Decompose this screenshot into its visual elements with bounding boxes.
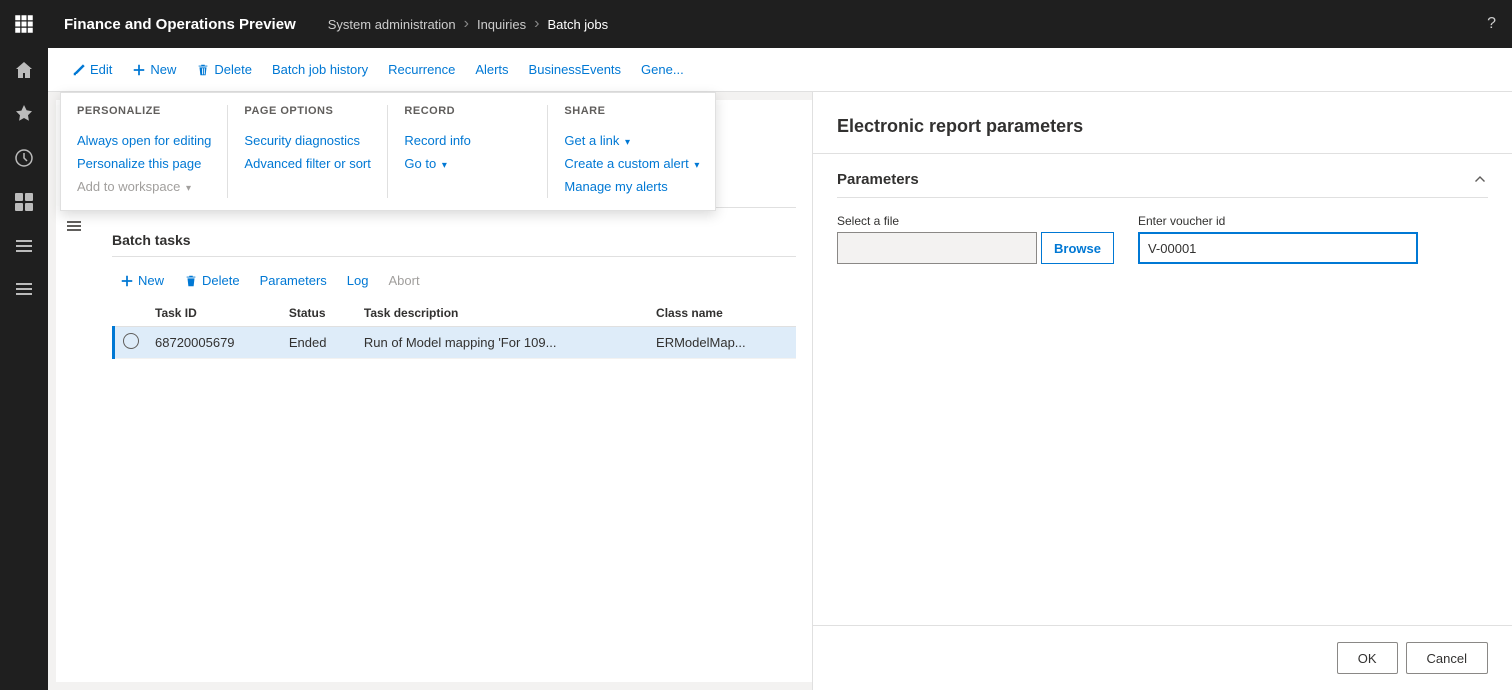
new-icon: [132, 63, 146, 77]
dropdown-page-options-title: Page options: [244, 105, 371, 121]
select-file-label: Select a file: [837, 214, 1114, 228]
dropdown-add-workspace[interactable]: Add to workspace ▾: [77, 175, 211, 198]
dropdown-record-info[interactable]: Record info: [404, 129, 531, 152]
breadcrumb: System administration › Inquiries › Batc…: [328, 15, 608, 33]
workspaces-icon[interactable]: [0, 180, 48, 224]
table-col-class-name: Class name: [648, 300, 796, 327]
params-collapse-button[interactable]: [1472, 170, 1488, 189]
breadcrumb-batch-jobs[interactable]: Batch jobs: [547, 17, 608, 32]
select-file-input-row: Browse: [837, 232, 1114, 264]
home-icon[interactable]: [0, 48, 48, 92]
row-class-name: ERModelMap...: [648, 327, 796, 359]
select-file-field: Select a file Browse: [837, 214, 1114, 264]
browse-button[interactable]: Browse: [1041, 232, 1114, 264]
breadcrumb-system-admin[interactable]: System administration: [328, 17, 456, 32]
delete-button[interactable]: Delete: [188, 58, 260, 81]
table-col-task-desc: Task description: [356, 300, 648, 327]
topbar: Finance and Operations Preview System ad…: [48, 0, 1512, 48]
dropdown-menu: Personalize Always open for editing Pers…: [60, 92, 716, 211]
dropdown-record-section: Record Record info Go to ▾: [387, 105, 547, 198]
list-icon[interactable]: [0, 224, 48, 268]
dropdown-get-link[interactable]: Get a link ▾: [564, 129, 699, 152]
row-radio-icon: [123, 333, 139, 349]
dropdown-personalize-title: Personalize: [77, 105, 211, 121]
row-status: Ended: [281, 327, 356, 359]
params-section: Parameters Select a file Browse: [813, 154, 1512, 625]
cancel-button[interactable]: Cancel: [1406, 642, 1488, 674]
right-panel: Electronic report parameters Parameters …: [812, 92, 1512, 690]
link-chevron-icon: ▾: [625, 137, 630, 148]
ok-button[interactable]: OK: [1337, 642, 1398, 674]
right-panel-title: Electronic report parameters: [837, 116, 1488, 137]
row-radio-cell: [114, 327, 148, 359]
dropdown-share-title: Share: [564, 105, 699, 121]
recent-icon[interactable]: [0, 136, 48, 180]
main-area: Finance and Operations Preview System ad…: [48, 0, 1512, 690]
waffle-button[interactable]: [0, 0, 48, 48]
recurrence-button[interactable]: Recurrence: [380, 58, 463, 81]
voucher-id-label: Enter voucher id: [1138, 214, 1418, 228]
breadcrumb-sep-2: ›: [534, 15, 539, 33]
dropdown-advanced-filter[interactable]: Advanced filter or sort: [244, 152, 371, 175]
dropdown-personalize-page[interactable]: Personalize this page: [77, 152, 211, 175]
dropdown-record-title: Record: [404, 105, 531, 121]
topbar-right: ?: [1487, 15, 1496, 33]
row-task-id: 68720005679: [147, 327, 281, 359]
goto-chevron-icon: ▾: [442, 160, 447, 171]
voucher-id-field: Enter voucher id: [1138, 214, 1418, 264]
batch-tasks-table: Task ID Status Task description Class na…: [112, 300, 796, 359]
dropdown-manage-alerts[interactable]: Manage my alerts: [564, 175, 699, 198]
dropdown-always-open-editing[interactable]: Always open for editing: [77, 129, 211, 152]
breadcrumb-sep-1: ›: [464, 15, 469, 33]
dropdown-page-options-section: Page options Security diagnostics Advanc…: [227, 105, 387, 198]
tasks-log-button[interactable]: Log: [339, 269, 377, 292]
breadcrumb-inquiries[interactable]: Inquiries: [477, 17, 526, 32]
alert-chevron-icon: ▾: [694, 160, 699, 171]
select-file-input[interactable]: [837, 232, 1037, 264]
tasks-new-icon: [120, 274, 134, 288]
new-button[interactable]: New: [124, 58, 184, 81]
right-panel-footer: OK Cancel: [813, 625, 1512, 690]
params-fields: Select a file Browse Enter voucher id: [837, 214, 1488, 264]
right-panel-header: Electronic report parameters: [813, 92, 1512, 154]
tasks-delete-button[interactable]: Delete: [176, 269, 248, 292]
tasks-parameters-button[interactable]: Parameters: [252, 269, 335, 292]
alerts-button[interactable]: Alerts: [467, 58, 516, 81]
commandbar: Edit New Delete Batch job history Recurr…: [48, 48, 1512, 92]
tasks-delete-icon: [184, 274, 198, 288]
help-icon[interactable]: ?: [1487, 15, 1496, 33]
voucher-id-input[interactable]: [1138, 232, 1418, 264]
menu-expand-icon[interactable]: [0, 268, 48, 312]
chevron-up-icon: [1472, 170, 1488, 186]
dropdown-share-section: Share Get a link ▾ Create a custom alert…: [547, 105, 715, 198]
row-task-desc: Run of Model mapping 'For 109...: [356, 327, 648, 359]
edit-button[interactable]: Edit: [64, 58, 120, 81]
edit-icon: [72, 63, 86, 77]
batch-tasks-section-header: Batch tasks: [112, 224, 796, 257]
dropdown-go-to[interactable]: Go to ▾: [404, 152, 531, 175]
workspace-chevron-icon: ▾: [186, 183, 191, 194]
tasks-toolbar: New Delete Parameters Log: [112, 269, 796, 292]
app-title: Finance and Operations Preview: [64, 16, 296, 33]
business-events-button[interactable]: BusinessEvents: [521, 58, 630, 81]
table-col-radio: [114, 300, 148, 327]
tasks-new-button[interactable]: New: [112, 269, 172, 292]
table-row[interactable]: 68720005679 Ended Run of Model mapping '…: [114, 327, 797, 359]
params-section-header: Parameters: [837, 170, 1488, 198]
favorites-icon[interactable]: [0, 92, 48, 136]
params-section-title: Parameters: [837, 171, 919, 188]
batch-job-history-button[interactable]: Batch job history: [264, 58, 376, 81]
dropdown-security-diagnostics[interactable]: Security diagnostics: [244, 129, 371, 152]
tasks-abort-button[interactable]: Abort: [381, 269, 428, 292]
delete-icon: [196, 63, 210, 77]
dropdown-personalize-section: Personalize Always open for editing Pers…: [61, 105, 227, 198]
dropdown-custom-alert[interactable]: Create a custom alert ▾: [564, 152, 699, 175]
table-col-status: Status: [281, 300, 356, 327]
table-col-task-id: Task ID: [147, 300, 281, 327]
tasks-section: Batch tasks New: [112, 224, 796, 359]
lines-icon[interactable]: [60, 212, 88, 240]
general-button[interactable]: Gene...: [633, 58, 692, 81]
sidebar: [0, 0, 48, 690]
